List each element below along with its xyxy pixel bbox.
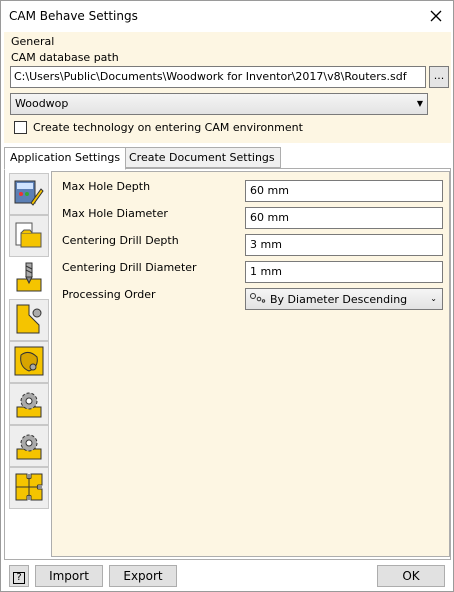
close-icon[interactable] [423,3,449,29]
max-hole-depth-field[interactable]: 60 mm [245,180,443,202]
ok-button[interactable]: OK [377,565,445,587]
centering-drill-depth-label: Centering Drill Depth [62,234,179,247]
max-hole-diameter-field[interactable]: 60 mm [245,207,443,229]
sidebar-item-puzzle[interactable] [9,467,49,509]
sidebar-item-machine-gear[interactable] [9,383,49,425]
browse-button[interactable]: ... [429,66,449,88]
settings-content: Max Hole Depth 60 mm Max Hole Diameter 6… [51,171,450,557]
processing-order-label: Processing Order [62,288,156,301]
gear-machine-2-icon [13,429,45,464]
max-hole-depth-label: Max Hole Depth [62,180,151,193]
import-button[interactable]: Import [35,565,103,587]
sidebar-item-machine[interactable] [9,173,49,215]
sidebar-item-machine-gear-2[interactable] [9,425,49,467]
title-bar: CAM Behave Settings [1,1,453,31]
max-hole-diameter-label: Max Hole Diameter [62,207,168,220]
processing-order-value: By Diameter Descending [270,292,408,306]
export-button[interactable]: Export [109,565,177,587]
sidebar-item-corner[interactable] [9,299,49,341]
settings-sidebar [9,173,49,509]
machine-select[interactable]: Woodwop ▼ [10,93,428,115]
tab-application-settings[interactable]: Application Settings [4,147,127,170]
puzzle-icon [13,471,45,506]
general-label: General [11,35,55,48]
corner-tool-icon [13,303,45,338]
general-group: General CAM database path C:\Users\Publi… [4,32,451,143]
centering-drill-diameter-label: Centering Drill Diameter [62,261,197,274]
sidebar-item-shape[interactable] [9,341,49,383]
sidebar-item-drilling[interactable] [9,257,49,299]
folder-document-icon [13,219,45,254]
centering-drill-diameter-field[interactable]: 1 mm [245,261,443,283]
chevron-down-icon: ▼ [416,99,423,108]
help-icon: ? [13,572,25,584]
db-path-field[interactable]: C:\Users\Public\Documents\Woodwork for I… [10,66,426,88]
window-title: CAM Behave Settings [9,9,138,23]
db-path-label: CAM database path [11,51,119,64]
machine-select-value: Woodwop [15,97,69,110]
shape-tool-icon [13,345,45,380]
machine-settings-icon [13,177,45,212]
drill-icon [13,261,45,296]
chevron-down-icon: ⌄ [430,294,437,303]
gear-machine-icon [13,387,45,422]
create-tech-checkbox-row[interactable]: Create technology on entering CAM enviro… [14,121,303,134]
help-button[interactable]: ? [9,565,29,587]
tab-panel: Max Hole Depth 60 mm Max Hole Diameter 6… [4,168,451,560]
processing-order-select[interactable]: By Diameter Descending ⌄ [245,288,443,310]
dialog-window: CAM Behave Settings General CAM database… [0,0,454,592]
tab-create-document-settings[interactable]: Create Document Settings [123,147,281,168]
centering-drill-depth-field[interactable]: 3 mm [245,234,443,256]
create-tech-checkbox[interactable] [14,121,27,134]
create-tech-label: Create technology on entering CAM enviro… [33,121,303,134]
sort-order-icon [250,292,266,306]
sidebar-item-document[interactable] [9,215,49,257]
